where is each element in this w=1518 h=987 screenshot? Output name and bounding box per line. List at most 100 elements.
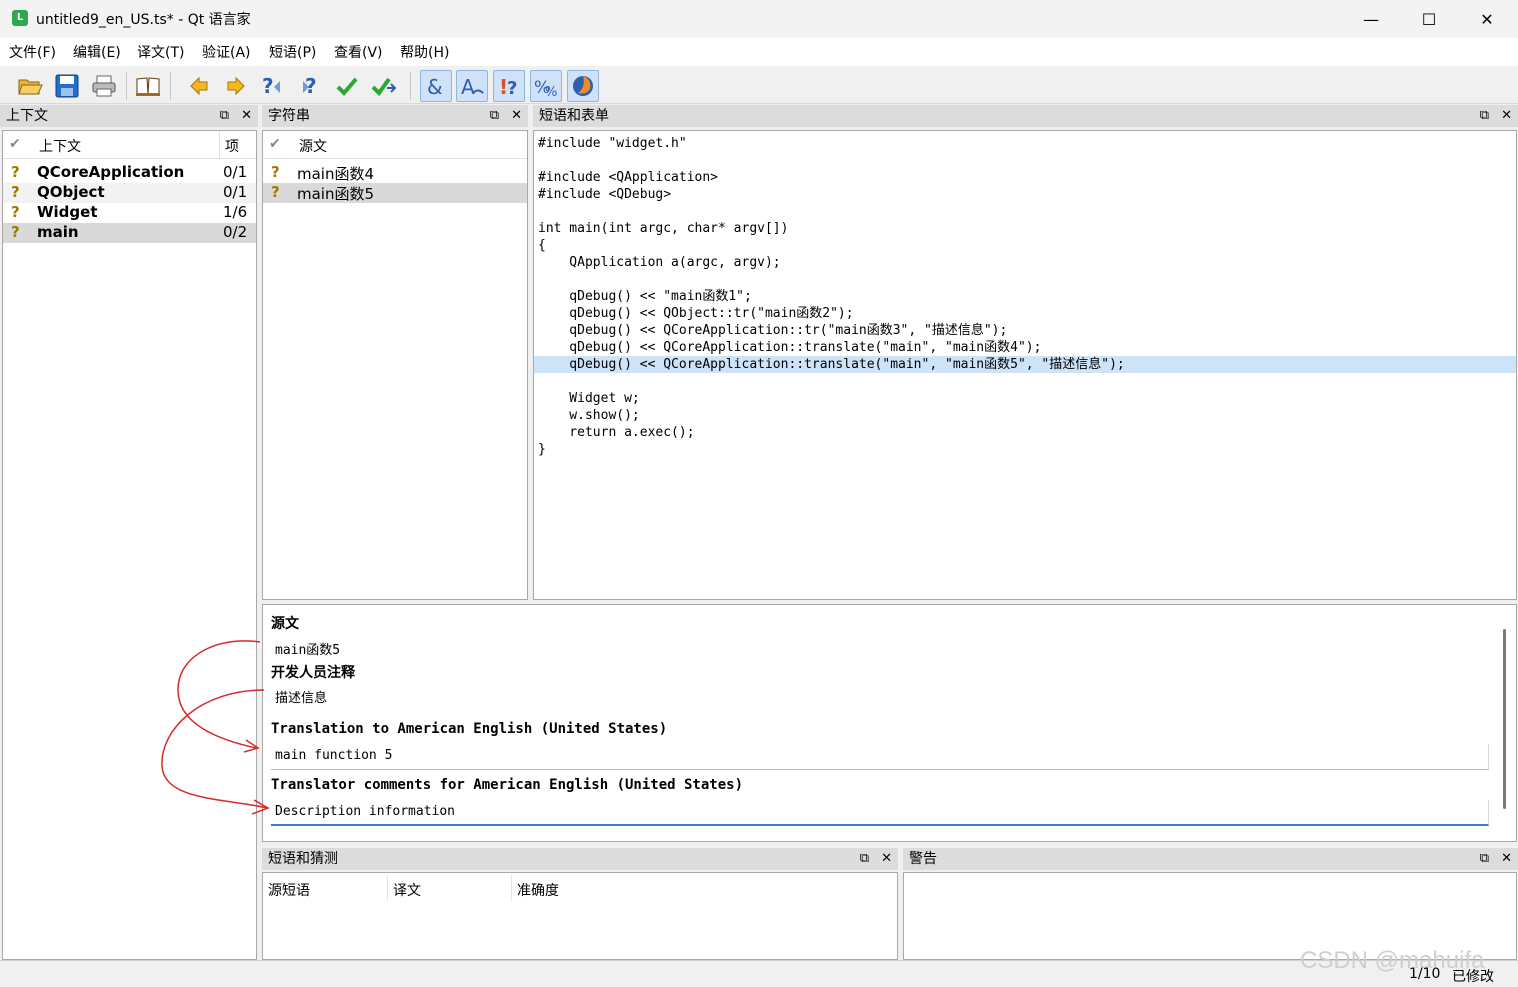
print-icon[interactable] bbox=[88, 70, 120, 102]
code-line: QApplication a(argc, argv); bbox=[538, 255, 781, 270]
float-icon[interactable]: ⧉ bbox=[490, 108, 499, 123]
placemarker-check-icon[interactable]: %% bbox=[530, 70, 562, 102]
col-source-phrase[interactable]: 源短语 bbox=[268, 880, 310, 900]
code-line: #include <QDebug> bbox=[538, 187, 672, 202]
minimize-button[interactable]: — bbox=[1342, 0, 1400, 38]
svg-text:?: ? bbox=[262, 74, 274, 98]
save-icon[interactable] bbox=[51, 70, 83, 102]
status-modified: 已修改 bbox=[1452, 969, 1494, 985]
next-unfinished-icon[interactable]: ? bbox=[294, 70, 326, 102]
col-items[interactable]: 项 bbox=[225, 136, 239, 156]
source-dock-title: 短语和表单 bbox=[533, 105, 1518, 127]
context-row[interactable]: ? QObject 0/1 bbox=[3, 183, 256, 203]
menu-file[interactable]: 文件(F) bbox=[9, 42, 56, 62]
accelerator-check-icon[interactable]: & bbox=[420, 70, 452, 102]
menu-edit[interactable]: 编辑(E) bbox=[73, 42, 121, 62]
context-row[interactable]: ? QCoreApplication 0/1 bbox=[3, 163, 256, 183]
translation-editor: 源文 main函数5 开发人员注释 描述信息 Translation to Am… bbox=[262, 604, 1517, 842]
unfinished-icon: ? bbox=[11, 203, 20, 221]
svg-text:A: A bbox=[461, 75, 475, 98]
menu-validation[interactable]: 验证(A) bbox=[202, 42, 251, 62]
col-context[interactable]: 上下文 bbox=[39, 136, 81, 156]
phrase-check-icon[interactable]: !? bbox=[493, 70, 525, 102]
code-line: { bbox=[538, 238, 546, 253]
source-dock-title-bar: 短语和表单 ⧉ ✕ bbox=[533, 105, 1518, 127]
close-icon[interactable]: ✕ bbox=[1501, 108, 1512, 123]
translation-input[interactable]: main function 5 bbox=[271, 744, 1489, 770]
strings-list[interactable]: ✔ 源文 ? main函数4 ? main函数5 bbox=[262, 130, 528, 600]
menu-phrases[interactable]: 短语(P) bbox=[269, 42, 316, 62]
close-icon[interactable]: ✕ bbox=[881, 851, 892, 866]
phrases-dock-title: 短语和猜测 bbox=[262, 848, 898, 870]
strings-dock-title-bar: 字符串 ⧉ ✕ bbox=[262, 105, 528, 127]
phrases-list[interactable]: 源短语 译文 准确度 bbox=[262, 872, 898, 960]
ending-punctuation-icon[interactable]: A bbox=[456, 70, 488, 102]
unfinished-icon: ? bbox=[11, 163, 20, 181]
code-line-highlighted: qDebug() << QCoreApplication::translate(… bbox=[534, 356, 1516, 373]
string-row-selected[interactable]: ? main函数5 bbox=[263, 183, 527, 203]
phrases-dock-title-bar: 短语和猜测 ⧉ ✕ bbox=[262, 848, 898, 870]
warnings-dock-title: 警告 bbox=[903, 848, 1518, 870]
warnings-dock-title-bar: 警告 ⧉ ✕ bbox=[903, 848, 1518, 870]
translation-label: Translation to American English (United … bbox=[271, 721, 668, 737]
context-row-selected[interactable]: ? main 0/2 bbox=[3, 223, 256, 243]
title-bar: L untitled9_en_US.ts* - Qt 语言家 — ☐ ✕ bbox=[0, 0, 1518, 38]
string-row[interactable]: ? main函数4 bbox=[263, 163, 527, 183]
code-line: #include "widget.h" bbox=[538, 136, 687, 151]
code-line: return a.exec(); bbox=[538, 425, 695, 440]
menu-view[interactable]: 查看(V) bbox=[334, 42, 383, 62]
col-source[interactable]: 源文 bbox=[299, 136, 327, 156]
code-line: w.show(); bbox=[538, 408, 640, 423]
code-line: int main(int argc, char* argv[]) bbox=[538, 221, 789, 236]
surrounding-whitespace-icon[interactable] bbox=[567, 70, 599, 102]
app-icon: L bbox=[12, 10, 28, 26]
menu-bar: 文件(F) 编辑(E) 译文(T) 验证(A) 短语(P) 查看(V) 帮助(H… bbox=[0, 38, 1518, 66]
col-accuracy[interactable]: 准确度 bbox=[517, 880, 559, 900]
toolbar: ? ? & A !? %% bbox=[0, 66, 1518, 104]
phrases-list-header: 源短语 译文 准确度 bbox=[263, 873, 897, 901]
check-icon: ✔ bbox=[9, 136, 21, 152]
svg-text:?: ? bbox=[507, 78, 517, 98]
col-translation[interactable]: 译文 bbox=[393, 880, 421, 900]
developer-comment-text: 描述信息 bbox=[275, 691, 328, 706]
open-icon[interactable] bbox=[14, 70, 46, 102]
done-next-icon[interactable] bbox=[368, 70, 400, 102]
prev-unfinished-icon[interactable]: ? bbox=[257, 70, 289, 102]
unfinished-icon: ? bbox=[11, 183, 20, 201]
translator-comment-label: Translator comments for American English… bbox=[271, 777, 744, 793]
code-line: qDebug() << QCoreApplication::translate(… bbox=[538, 340, 1042, 355]
menu-help[interactable]: 帮助(H) bbox=[400, 42, 449, 62]
code-line: #include <QApplication> bbox=[538, 170, 719, 185]
float-icon[interactable]: ⧉ bbox=[220, 108, 229, 123]
code-line: qDebug() << QObject::tr("main函数2"); bbox=[538, 306, 854, 321]
float-icon[interactable]: ⧉ bbox=[1480, 851, 1489, 866]
close-icon[interactable]: ✕ bbox=[511, 108, 522, 123]
maximize-button[interactable]: ☐ bbox=[1400, 0, 1458, 38]
phrasebook-icon[interactable] bbox=[132, 70, 164, 102]
float-icon[interactable]: ⧉ bbox=[1480, 108, 1489, 123]
close-button[interactable]: ✕ bbox=[1458, 0, 1516, 38]
close-icon[interactable]: ✕ bbox=[241, 108, 252, 123]
editor-scrollbar[interactable] bbox=[1503, 629, 1506, 809]
unfinished-icon: ? bbox=[271, 183, 280, 201]
status-bar: CSDN @mahuifa 1/10 已修改 bbox=[0, 947, 1518, 987]
developer-comment-label: 开发人员注释 bbox=[271, 665, 355, 681]
context-row[interactable]: ? Widget 1/6 bbox=[3, 203, 256, 223]
toolbar-separator bbox=[410, 72, 411, 100]
menu-translation[interactable]: 译文(T) bbox=[137, 42, 184, 62]
context-list-header: ✔ 上下文 项 bbox=[3, 131, 256, 159]
done-icon[interactable] bbox=[331, 70, 363, 102]
next-icon[interactable] bbox=[220, 70, 252, 102]
float-icon[interactable]: ⧉ bbox=[860, 851, 869, 866]
code-line: qDebug() << "main函数1"; bbox=[538, 289, 752, 304]
source-text: main函数5 bbox=[275, 643, 341, 658]
context-list[interactable]: ✔ 上下文 项 ? QCoreApplication 0/1 ? QObject… bbox=[2, 130, 257, 960]
close-icon[interactable]: ✕ bbox=[1501, 851, 1512, 866]
source-code-view: #include "widget.h" #include <QApplicati… bbox=[533, 130, 1517, 600]
unfinished-icon: ? bbox=[271, 163, 280, 181]
translator-comment-input[interactable]: Description information bbox=[271, 800, 1489, 826]
prev-icon[interactable] bbox=[183, 70, 215, 102]
